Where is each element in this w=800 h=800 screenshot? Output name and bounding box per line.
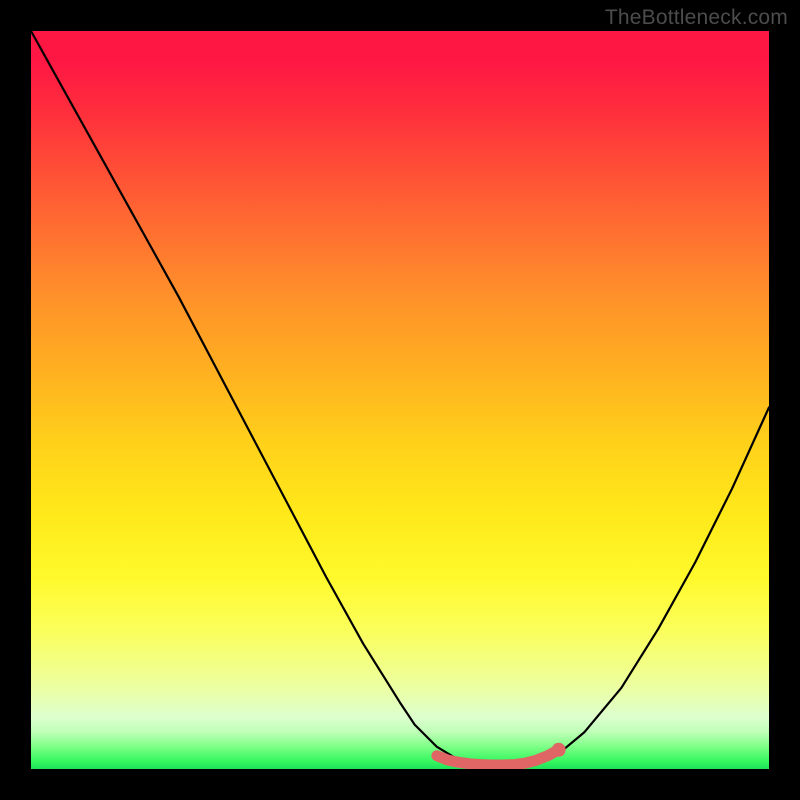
attribution-watermark: TheBottleneck.com: [605, 6, 788, 30]
chart-svg: [31, 31, 769, 769]
optimal-marker-dot: [552, 743, 566, 757]
bottleneck-curve-line: [31, 31, 769, 767]
optimal-range-marker: [437, 750, 559, 765]
chart-plot-area: [31, 31, 769, 769]
chart-stage: TheBottleneck.com: [0, 0, 800, 800]
